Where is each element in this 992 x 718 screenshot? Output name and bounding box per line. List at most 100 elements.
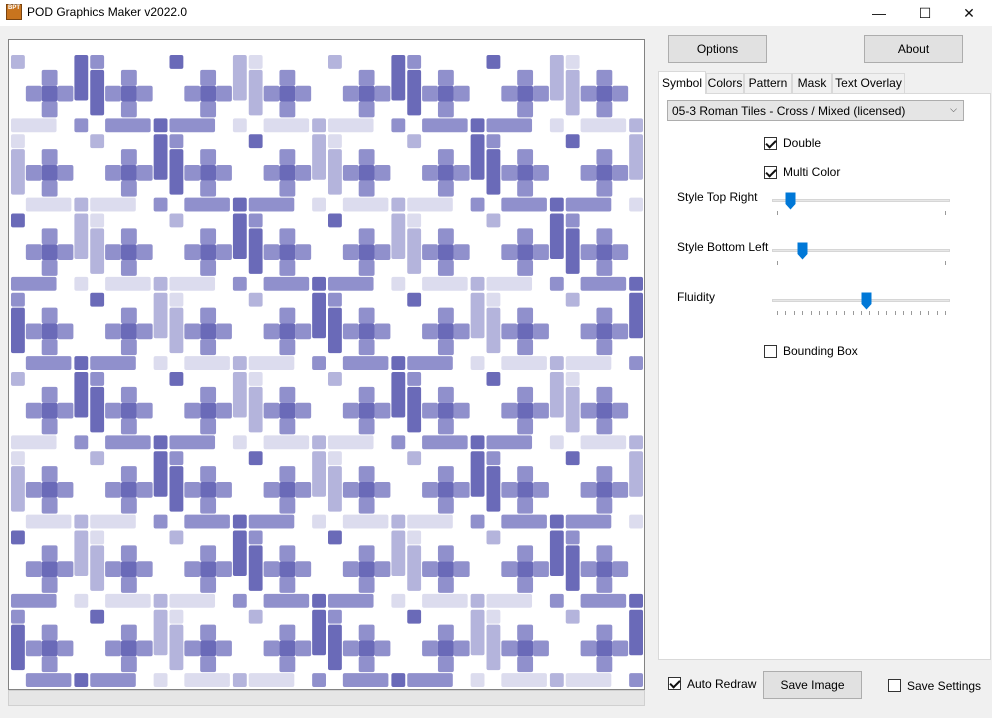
tile-square [200,149,217,165]
tile-square [533,85,549,102]
tile-bar [263,593,310,608]
tile-square [470,435,485,450]
tile-square [358,228,375,245]
tile-square [74,514,89,529]
tile-square [612,85,629,102]
tile-square [486,372,501,386]
save-image-button[interactable]: Save Image [763,671,862,699]
tile-square [216,164,232,181]
tile-square [41,180,58,197]
slider-tick [945,261,946,265]
slider-tick [886,311,888,315]
tile-square [232,197,247,212]
window-title: POD Graphics Maker v2022.0 [27,5,188,19]
tile-bar [90,356,136,370]
tile-square [422,561,438,578]
options-button[interactable]: Options [668,35,767,63]
about-button-label: About [897,42,930,56]
tile-square [437,164,454,181]
save-settings-checkbox[interactable] [888,679,901,692]
tile-bar [407,545,422,591]
tile-square [295,164,312,181]
tile-square [153,435,168,450]
tile-square [120,260,137,276]
tab-pattern-label: Pattern [748,76,788,90]
minimize-button[interactable]: — [856,0,902,26]
tile-bar [565,386,580,433]
tab-pattern[interactable]: Pattern [744,73,792,93]
slider-thumb[interactable] [861,292,872,310]
tile-square [41,260,58,276]
tile-square [517,577,534,593]
tile-square [200,85,217,102]
checkmark-icon [765,166,777,178]
tile-square [57,323,74,340]
tile-square [565,372,580,386]
tile-bar [328,624,342,671]
tile-square [342,640,359,657]
horizontal-scrollbar[interactable] [8,690,645,706]
tile-bar [565,69,580,116]
tile-square [517,339,534,356]
auto-redraw-checkbox[interactable] [668,677,681,690]
tab-symbol[interactable]: Symbol [658,71,706,94]
tab-colors-label: Colors [707,76,743,90]
tile-square [517,244,534,261]
preview-canvas[interactable] [8,39,645,690]
tile-bar [342,514,389,529]
tile-bar [422,435,468,450]
maximize-button[interactable]: ☐ [902,0,948,26]
close-button[interactable]: ✕ [946,0,992,26]
slider-thumb[interactable] [785,192,796,210]
tile-square [407,530,422,545]
tile-square [517,624,534,641]
tile-square [120,466,137,482]
tab-text-overlay-label: Text Overlay [835,76,902,90]
tile-square [184,244,201,261]
tile-square [295,85,312,102]
tile-bar [184,356,230,370]
tile-square [358,260,375,276]
tile-square [41,481,58,498]
style-bottom-left-label: Style Bottom Left [677,240,769,254]
tile-bar [153,292,168,339]
tile-bar [549,530,564,577]
tile-square [565,213,580,228]
tile-square [407,372,422,386]
slider-thumb[interactable] [797,242,808,260]
tile-square [407,609,422,624]
slider-tick [945,211,946,215]
tile-square [90,530,105,545]
tab-mask[interactable]: Mask [792,73,832,93]
double-checkbox[interactable] [764,137,777,150]
app-icon: BPT [6,4,22,20]
tile-bar [486,624,501,671]
bounding-box-checkbox[interactable] [764,345,777,358]
tile-square [453,85,470,102]
tile-bar [248,69,263,116]
tile-square [358,244,375,261]
tile-bar [629,292,643,339]
title-bar: BPT POD Graphics Maker v2022.0 — ☐ ✕ [0,0,992,26]
tab-text-overlay[interactable]: Text Overlay [832,73,905,93]
tile-square [216,85,232,102]
tile-bar [90,69,105,116]
tile-square [41,101,58,118]
tile-square [279,180,296,197]
tile-square [279,545,296,562]
tile-square [184,561,201,578]
tile-square [11,134,25,149]
about-button[interactable]: About [864,35,963,63]
tile-square [153,276,168,291]
multi-color-checkbox[interactable] [764,166,777,179]
tile-square [358,561,375,578]
tile-square [533,561,549,578]
tile-bar [342,197,389,212]
tile-square [391,435,406,450]
tile-square [200,260,217,276]
symbol-select[interactable]: 05-3 Roman Tiles - Cross / Mixed (licens… [667,100,964,121]
tile-bar [90,673,136,687]
tile-square [422,323,438,340]
tile-square [184,640,201,657]
tab-colors[interactable]: Colors [706,73,744,93]
